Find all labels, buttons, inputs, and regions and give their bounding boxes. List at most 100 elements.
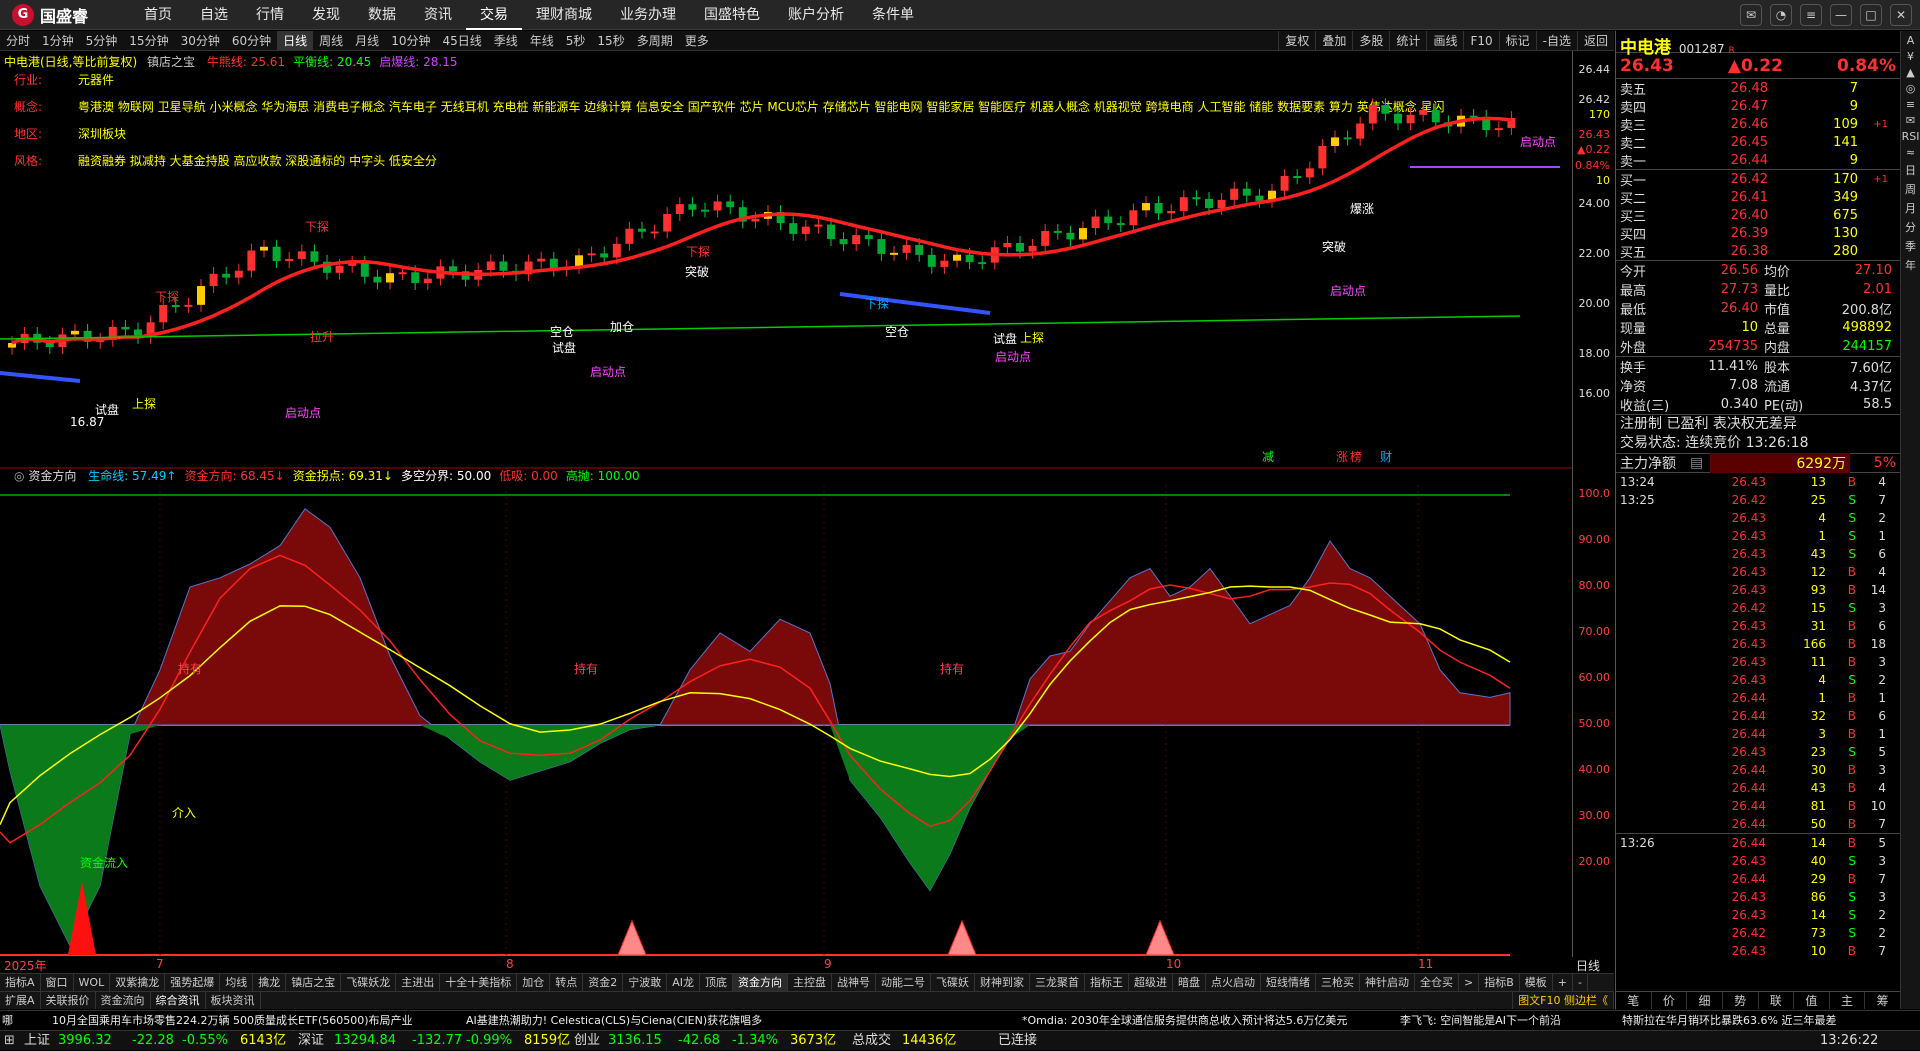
candle-body[interactable]: [1129, 210, 1138, 226]
candle-body[interactable]: [751, 218, 760, 222]
candle-body[interactable]: [1205, 198, 1213, 209]
candle-body[interactable]: [701, 209, 709, 212]
ticker-item-5[interactable]: 特斯拉在华月销环比暴跌63.6% 近三年最差: [1622, 1011, 1836, 1030]
ticker-item-2[interactable]: AI基建热潮助力! Celestica(CLS)与Ciena(CIEN)获花旗唱…: [466, 1011, 762, 1030]
candle-body[interactable]: [1104, 216, 1113, 224]
candle-body[interactable]: [1280, 176, 1289, 191]
tick-list[interactable]: 13:24 26.43 13 B 4 13:25 26.42 25 S 7 26.43 4 S 2 26.4…: [1616, 473, 1900, 833]
indicator-tab-30[interactable]: 神针启动: [1360, 974, 1415, 991]
candle-body[interactable]: [1381, 105, 1390, 114]
candle-body[interactable]: [638, 228, 646, 232]
candle-body[interactable]: [197, 286, 205, 305]
quote-tab-4[interactable]: 联: [1759, 992, 1795, 1009]
indicator-tab-13[interactable]: 资金2: [583, 974, 624, 991]
message-icon[interactable]: ✉: [1740, 4, 1762, 26]
quote-tab-6[interactable]: 主: [1830, 992, 1866, 1009]
indicator-tab-8[interactable]: 飞碟妖龙: [341, 974, 397, 991]
candle-body[interactable]: [1154, 203, 1163, 214]
menu-icon[interactable]: ≡: [1800, 4, 1822, 26]
candle-body[interactable]: [688, 204, 697, 210]
chart-tool-0[interactable]: 复权: [1278, 31, 1315, 51]
indicator-tab-32[interactable]: >: [1459, 974, 1480, 991]
nav-item-8[interactable]: 业务办理: [606, 0, 690, 30]
candle-body[interactable]: [852, 235, 861, 245]
candle-body[interactable]: [827, 224, 835, 240]
candle-body[interactable]: [1142, 203, 1150, 211]
candle-body[interactable]: [1003, 242, 1012, 248]
indicator-tab-1[interactable]: 窗口: [41, 974, 74, 991]
candle-body[interactable]: [360, 262, 369, 277]
candle-body[interactable]: [953, 254, 961, 261]
asks-row-3[interactable]: 卖二 26.45 141: [1616, 133, 1900, 152]
indicator-tab-7[interactable]: 镇店之宝: [286, 974, 342, 991]
candle-body[interactable]: [234, 270, 243, 278]
period-tab-5[interactable]: 60分钟: [226, 31, 277, 51]
candle-body[interactable]: [335, 265, 344, 273]
sidebar-item-12[interactable]: 季: [1901, 238, 1920, 254]
candle-body[interactable]: [789, 223, 798, 234]
candle-body[interactable]: [1305, 168, 1314, 178]
candle-body[interactable]: [297, 251, 306, 259]
indicator-tab-14[interactable]: 宁波敢: [623, 974, 668, 991]
nav-item-6[interactable]: 交易: [466, 0, 522, 30]
nav-item-10[interactable]: 账户分析: [774, 0, 858, 30]
indicator-tab-19[interactable]: 战神号: [832, 974, 876, 991]
candle-body[interactable]: [902, 245, 911, 253]
indicator-tab-24[interactable]: 指标王: [1085, 974, 1129, 991]
candle-body[interactable]: [449, 266, 457, 272]
indicator-tab-3[interactable]: 双紫擒龙: [110, 974, 166, 991]
nav-item-3[interactable]: 发现: [298, 0, 354, 30]
nav-item-2[interactable]: 行情: [242, 0, 298, 30]
period-tab-10[interactable]: 45日线: [436, 31, 487, 51]
chart-tool-4[interactable]: 画线: [1426, 31, 1463, 51]
candle-body[interactable]: [1116, 223, 1125, 226]
candle-body[interactable]: [499, 261, 508, 271]
candle-body[interactable]: [650, 231, 659, 234]
period-tab-8[interactable]: 月线: [349, 31, 385, 51]
status-menu-icon[interactable]: ⊞: [4, 1031, 15, 1051]
candle-body[interactable]: [373, 276, 382, 283]
indicator-tab-18[interactable]: 主控盘: [788, 974, 832, 991]
indicator-tab-36[interactable]: -: [1573, 974, 1588, 991]
period-tab-2[interactable]: 5分钟: [80, 31, 124, 51]
indicator-panel-name[interactable]: 资金方向: [28, 469, 76, 483]
quote-tab-0[interactable]: 笔: [1616, 992, 1652, 1009]
minimize-icon[interactable]: —: [1830, 4, 1852, 26]
candle-body[interactable]: [726, 201, 735, 208]
sidebar-item-4[interactable]: ≡: [1901, 98, 1920, 111]
candle-body[interactable]: [184, 304, 193, 307]
candle-body[interactable]: [1179, 197, 1188, 211]
candle-body[interactable]: [890, 252, 898, 255]
indicator-tab-10[interactable]: 十全十美指标: [440, 974, 518, 991]
asks-row-0[interactable]: 卖五 26.48 7: [1616, 79, 1900, 98]
quote-tab-3[interactable]: 势: [1723, 992, 1759, 1009]
chart-tool-5[interactable]: F10: [1463, 31, 1498, 51]
candle-body[interactable]: [663, 214, 672, 232]
nav-item-4[interactable]: 数据: [354, 0, 410, 30]
bottom-mark-3[interactable]: 财: [1380, 450, 1392, 464]
candle-body[interactable]: [1016, 242, 1024, 252]
period-tab-4[interactable]: 30分钟: [175, 31, 226, 51]
news-ticker[interactable]: 哪 10月全国乘用车市场零售224.2万辆 500质量成长ETF(560500)布…: [0, 1010, 1920, 1030]
bottom-mark-1[interactable]: 涨: [1336, 449, 1348, 464]
indicator-tab-15[interactable]: AI龙: [667, 974, 700, 991]
period-tab-14[interactable]: 15秒: [591, 31, 630, 51]
candle-body[interactable]: [171, 305, 180, 308]
candle-body[interactable]: [1318, 145, 1327, 169]
indicator-tab-6[interactable]: 擒龙: [253, 974, 287, 991]
f10-sidebar-toggle[interactable]: 图文F10 侧边栏《: [1512, 992, 1614, 1009]
sidebar-item-7[interactable]: ≈: [1901, 146, 1920, 159]
candle-body[interactable]: [1431, 109, 1440, 123]
candle-body[interactable]: [1419, 109, 1428, 115]
nav-item-1[interactable]: 自选: [186, 0, 242, 30]
candle-body[interactable]: [1230, 188, 1239, 200]
indicator-tab-12[interactable]: 转点: [550, 974, 584, 991]
indicator-tab-34[interactable]: 模板: [1520, 974, 1553, 991]
candle-body[interactable]: [625, 228, 634, 244]
quote-tab-2[interactable]: 细: [1687, 992, 1723, 1009]
candle-body[interactable]: [1091, 216, 1100, 229]
period-tab-15[interactable]: 多周期: [631, 31, 679, 51]
candle-body[interactable]: [1066, 232, 1075, 240]
candle-body[interactable]: [1331, 137, 1339, 146]
candle-body[interactable]: [486, 261, 495, 271]
